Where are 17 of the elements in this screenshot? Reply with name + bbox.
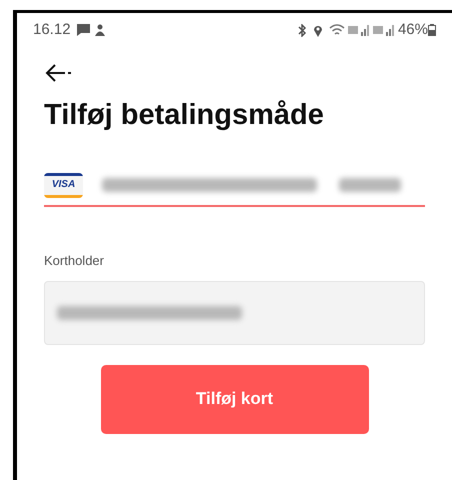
location-icon <box>312 24 323 36</box>
person-icon <box>94 24 105 36</box>
page-title: Tilføj betalingsmåde <box>44 98 325 133</box>
message-icon <box>76 24 90 36</box>
battery-percent: 46% <box>398 20 428 40</box>
back-arrow-icon <box>44 63 72 83</box>
status-time: 16.12 <box>33 20 71 40</box>
signal-icon <box>372 24 395 36</box>
visa-logo: VISA <box>44 172 83 198</box>
card-number-field[interactable]: VISA <box>44 169 425 207</box>
cardholder-label: Kortholder <box>44 252 105 270</box>
bluetooth-icon <box>296 24 307 36</box>
wifi-icon <box>328 24 345 36</box>
signal-icon <box>348 24 370 36</box>
blurred-expiry <box>339 178 401 192</box>
battery-icon <box>428 24 436 36</box>
cardholder-field[interactable] <box>44 280 425 344</box>
